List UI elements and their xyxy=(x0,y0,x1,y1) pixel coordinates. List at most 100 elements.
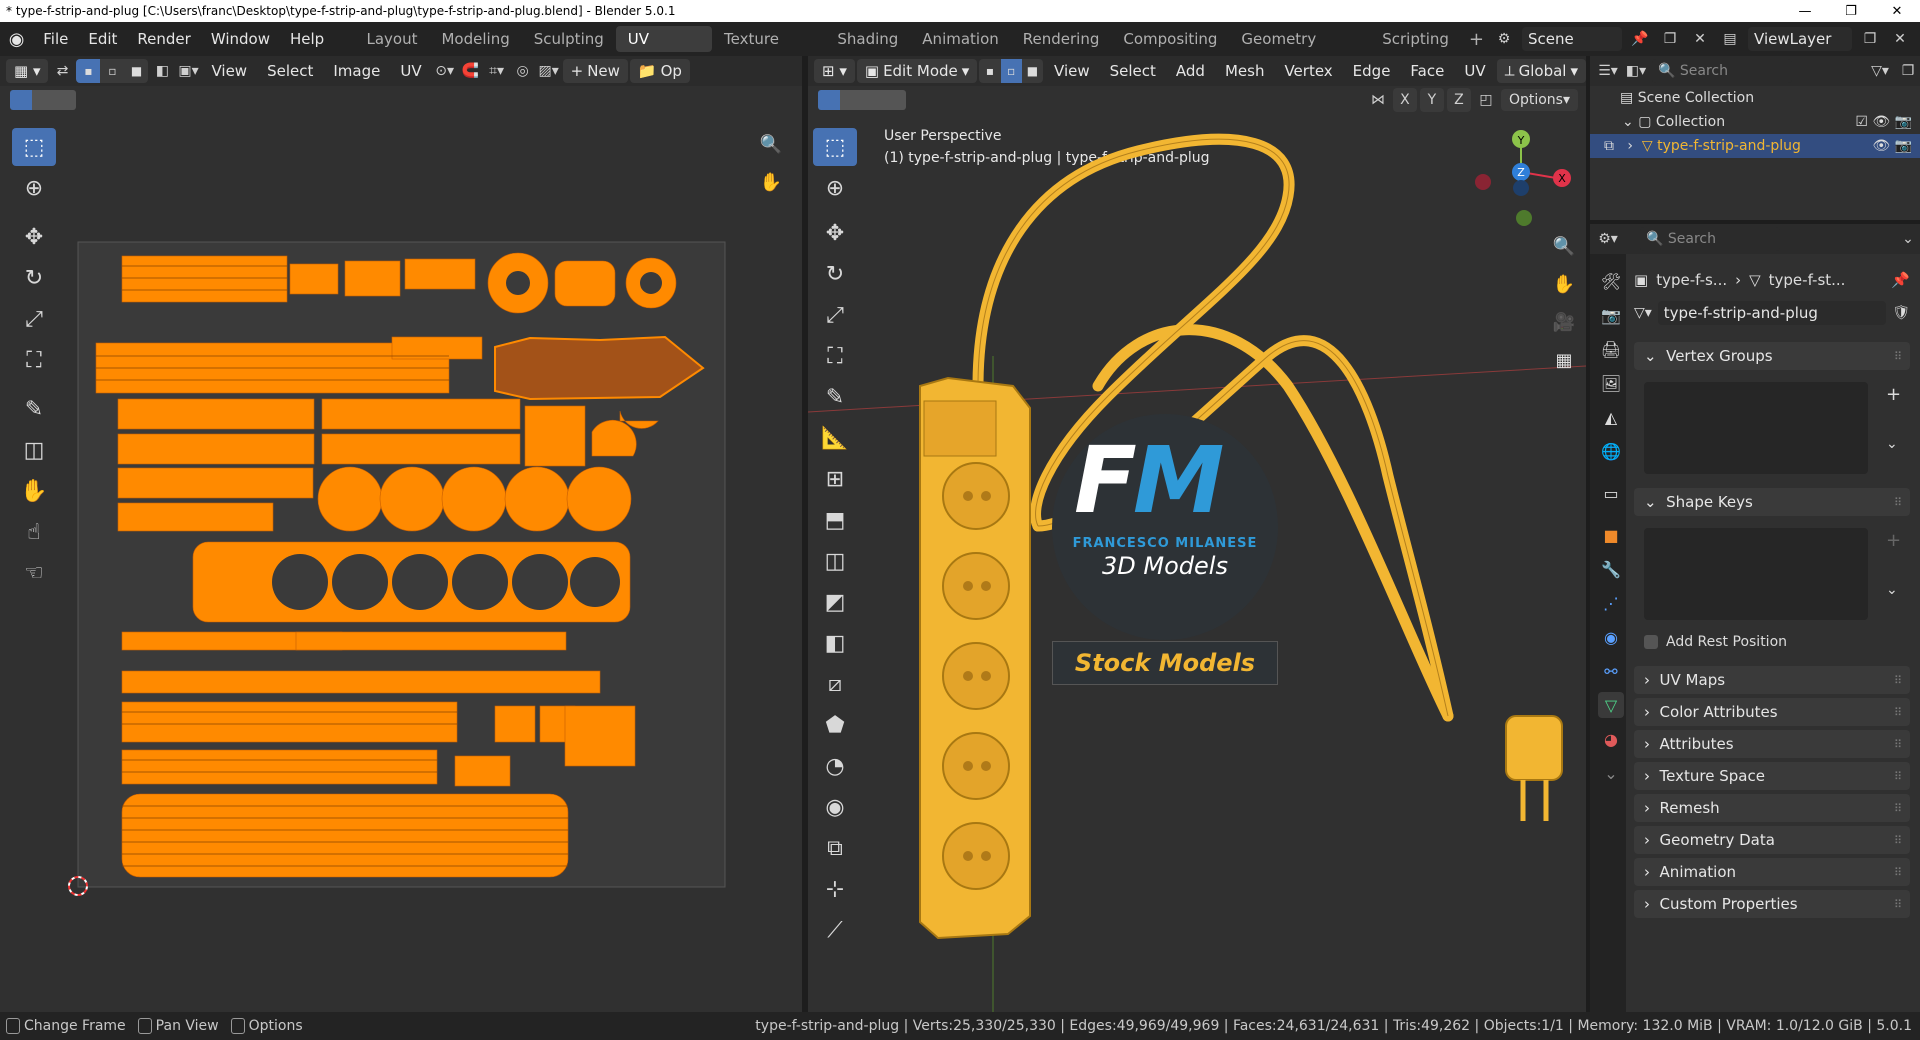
bevel-tool-icon[interactable]: ◩ xyxy=(813,583,857,621)
vertex-groups-panel-header[interactable]: ⌄ Vertex Groups ⠿ xyxy=(1634,342,1910,370)
add-vertex-group-icon[interactable]: + xyxy=(1886,384,1901,405)
panel-grip-icon[interactable]: ⠿ xyxy=(1894,898,1902,911)
render-tab-icon[interactable]: 📷 xyxy=(1598,302,1624,328)
delete-scene-icon[interactable]: ✕ xyxy=(1688,27,1712,51)
physics-tab-icon[interactable]: ◉ xyxy=(1598,624,1624,650)
workspace-tab-shading[interactable]: Shading xyxy=(825,26,910,52)
maximize-button[interactable]: ❐ xyxy=(1828,4,1874,19)
outliner-row-scene-collection[interactable]: ▤ Scene Collection xyxy=(1590,86,1920,110)
vp-transform-tool-icon[interactable]: ⛶ xyxy=(813,337,857,375)
panel-grip-icon[interactable]: ⠿ xyxy=(1894,770,1902,783)
shape-keys-panel-header[interactable]: ⌄ Shape Keys ⠿ xyxy=(1634,488,1910,516)
workspace-tab-geometry-nodes[interactable]: Geometry Nodes xyxy=(1229,26,1370,74)
collection-render-icon[interactable]: 📷 xyxy=(1895,114,1920,130)
object-render-icon[interactable]: 📷 xyxy=(1895,138,1920,154)
collection-tab-icon[interactable]: ▭ xyxy=(1598,480,1624,506)
knife-tool-icon[interactable]: ⧄ xyxy=(813,665,857,703)
outliner-row-collection[interactable]: ⌄ ▢ Collection ☑ 👁 📷 xyxy=(1590,110,1920,134)
workspace-tab-texture-paint[interactable]: Texture Paint xyxy=(712,26,825,74)
animation-panel-header[interactable]: › Animation ⠿ xyxy=(1634,858,1910,886)
mesh-name-field[interactable]: type-f-strip-and-plug xyxy=(1657,301,1887,325)
menu-window[interactable]: Window xyxy=(201,30,280,48)
outliner-row-object[interactable]: ⧉ › ▽ type-f-strip-and-plug 👁 📷 xyxy=(1590,134,1920,158)
blender-logo-icon[interactable]: ◉ xyxy=(0,29,33,50)
scene-tab-icon[interactable]: ◭ xyxy=(1598,404,1624,430)
shape-keys-list[interactable] xyxy=(1644,528,1868,620)
modifier-tab-icon[interactable]: 🔧 xyxy=(1598,556,1624,582)
view-layer-tab-icon[interactable]: 🖼 xyxy=(1598,370,1624,396)
poly-build-tool-icon[interactable]: ⬟ xyxy=(813,706,857,744)
add-shape-key-icon[interactable]: + xyxy=(1886,530,1901,551)
collection-expand-icon[interactable]: ⌄ xyxy=(1622,114,1638,130)
workspace-tab-layout[interactable]: Layout xyxy=(354,26,429,52)
color-attributes-panel-header[interactable]: › Color Attributes ⠿ xyxy=(1634,698,1910,726)
workspace-tab-compositing[interactable]: Compositing xyxy=(1111,26,1229,52)
inset-tool-icon[interactable]: ◫ xyxy=(813,542,857,580)
navigation-gizmo[interactable]: Y Z X xyxy=(1475,130,1571,226)
object-tab-icon[interactable]: ■ xyxy=(1598,522,1624,548)
gizmo-neg-y-handle[interactable] xyxy=(1516,210,1532,226)
view-layer-icon[interactable]: ▤ xyxy=(1718,27,1742,51)
panel-grip-icon[interactable]: ⠿ xyxy=(1894,738,1902,751)
attributes-panel-header[interactable]: › Attributes ⠿ xyxy=(1634,730,1910,758)
panel-grip-icon[interactable]: ⠿ xyxy=(1894,866,1902,879)
exclude-checkbox-icon[interactable]: ☑ xyxy=(1855,114,1872,130)
gizmo-neg-z-handle[interactable] xyxy=(1513,180,1529,196)
panel-grip-icon[interactable]: ⠿ xyxy=(1894,706,1902,719)
workspace-tab-sculpting[interactable]: Sculpting xyxy=(522,26,616,52)
add-rest-position-row[interactable]: Add Rest Position xyxy=(1644,634,1787,650)
output-tab-icon[interactable]: 🖨 xyxy=(1598,336,1624,362)
outliner-search-input[interactable]: 🔍 Search xyxy=(1652,59,1792,83)
mesh-browse-icon[interactable]: ▽▾ xyxy=(1634,305,1652,321)
add-workspace-icon[interactable]: + xyxy=(1461,29,1492,50)
panel-grip-icon[interactable]: ⠿ xyxy=(1894,674,1902,687)
menu-help[interactable]: Help xyxy=(280,30,334,48)
vp-cursor-tool-icon[interactable]: ⊕ xyxy=(813,169,857,207)
plug-mesh[interactable] xyxy=(1505,715,1563,821)
power-strip-mesh[interactable] xyxy=(919,376,1031,940)
panel-grip-icon[interactable]: ⠿ xyxy=(1894,496,1902,509)
close-button[interactable]: ✕ xyxy=(1874,4,1920,19)
vp-zoom-icon[interactable]: 🔍 xyxy=(1548,230,1580,262)
remesh-panel-header[interactable]: › Remesh ⠿ xyxy=(1634,794,1910,822)
camera-view-icon[interactable]: 🎥 xyxy=(1548,306,1580,338)
vertex-groups-list[interactable] xyxy=(1644,382,1868,474)
workspace-tab-rendering[interactable]: Rendering xyxy=(1011,26,1112,52)
object-expand-icon[interactable]: › xyxy=(1627,138,1642,154)
props-options-icon[interactable]: ⌄ xyxy=(1896,227,1920,251)
fake-user-shield-icon[interactable]: 🛡 xyxy=(1892,305,1910,321)
smooth-tool-icon[interactable]: ◉ xyxy=(813,788,857,826)
custom-properties-panel-header[interactable]: › Custom Properties ⠿ xyxy=(1634,890,1910,918)
display-mode-icon[interactable]: ◧▾ xyxy=(1624,59,1648,83)
panel-grip-icon[interactable]: ⠿ xyxy=(1894,834,1902,847)
loop-cut-tool-icon[interactable]: ◧ xyxy=(813,624,857,662)
vp-rotate-tool-icon[interactable]: ↻ xyxy=(813,255,857,293)
world-tab-icon[interactable]: 🌐 xyxy=(1598,438,1624,464)
menu-edit[interactable]: Edit xyxy=(78,30,127,48)
shear-tool-icon[interactable]: ⟋ xyxy=(813,911,857,949)
pin-scene-icon[interactable]: 📌 xyxy=(1628,27,1652,51)
workspace-tab-animation[interactable]: Animation xyxy=(910,26,1010,52)
scene-selector[interactable]: Scene xyxy=(1522,27,1623,51)
shrink-fatten-tool-icon[interactable]: ⊹ xyxy=(813,870,857,908)
delete-view-layer-icon[interactable]: ✕ xyxy=(1888,27,1912,51)
vp-move-tool-icon[interactable]: ✥ xyxy=(813,214,857,252)
outliner-editor-type-icon[interactable]: ☰▾ xyxy=(1596,59,1620,83)
object-edit-mode-icon[interactable]: ⧉ xyxy=(1604,138,1627,154)
new-scene-icon[interactable]: ❐ xyxy=(1658,27,1682,51)
spin-tool-icon[interactable]: ◔ xyxy=(813,747,857,785)
props-editor-type-icon[interactable]: ⚙▾ xyxy=(1596,227,1620,251)
shape-key-menu-icon[interactable]: ⌄ xyxy=(1886,582,1898,598)
scene-icon[interactable]: ⚙ xyxy=(1492,27,1516,51)
vp-pan-hand-icon[interactable]: ✋ xyxy=(1548,268,1580,300)
add-rest-position-checkbox[interactable] xyxy=(1644,635,1658,649)
new-view-layer-icon[interactable]: ❐ xyxy=(1858,27,1882,51)
add-cube-tool-icon[interactable]: ⊞ xyxy=(813,460,857,498)
menu-file[interactable]: File xyxy=(33,30,78,48)
ortho-grid-icon[interactable]: ▦ xyxy=(1548,344,1580,376)
props-search-input[interactable]: 🔍 Search xyxy=(1640,227,1780,251)
panel-grip-icon[interactable]: ⠿ xyxy=(1894,350,1902,363)
particles-tab-icon[interactable]: ⋰ xyxy=(1598,590,1624,616)
vertex-group-menu-icon[interactable]: ⌄ xyxy=(1886,436,1898,452)
constraints-tab-icon[interactable]: ⚯ xyxy=(1598,658,1624,684)
